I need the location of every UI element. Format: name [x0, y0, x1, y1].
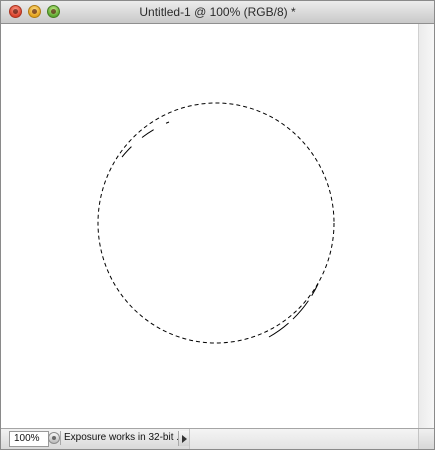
vertical-scrollbar[interactable] — [418, 24, 434, 428]
horizontal-scrollbar[interactable] — [189, 429, 419, 449]
canvas-background — [1, 24, 418, 428]
zoom-level-field[interactable]: 100% — [9, 431, 49, 447]
title-bar[interactable]: Untitled-1 @ 100% (RGB/8) * — [1, 1, 434, 24]
window-title: Untitled-1 @ 100% (RGB/8) * — [139, 5, 296, 19]
document-window: Untitled-1 @ 100% (RGB/8) * 100% Exposur… — [0, 0, 435, 450]
document-canvas[interactable] — [1, 24, 418, 428]
resize-grip[interactable] — [418, 429, 434, 449]
status-info-text[interactable]: Exposure works in 32-bit ... — [60, 431, 178, 445]
canvas-drawing — [1, 24, 418, 428]
status-bar: 100% Exposure works in 32-bit ... — [1, 428, 434, 449]
status-menu-icon[interactable] — [48, 432, 60, 444]
